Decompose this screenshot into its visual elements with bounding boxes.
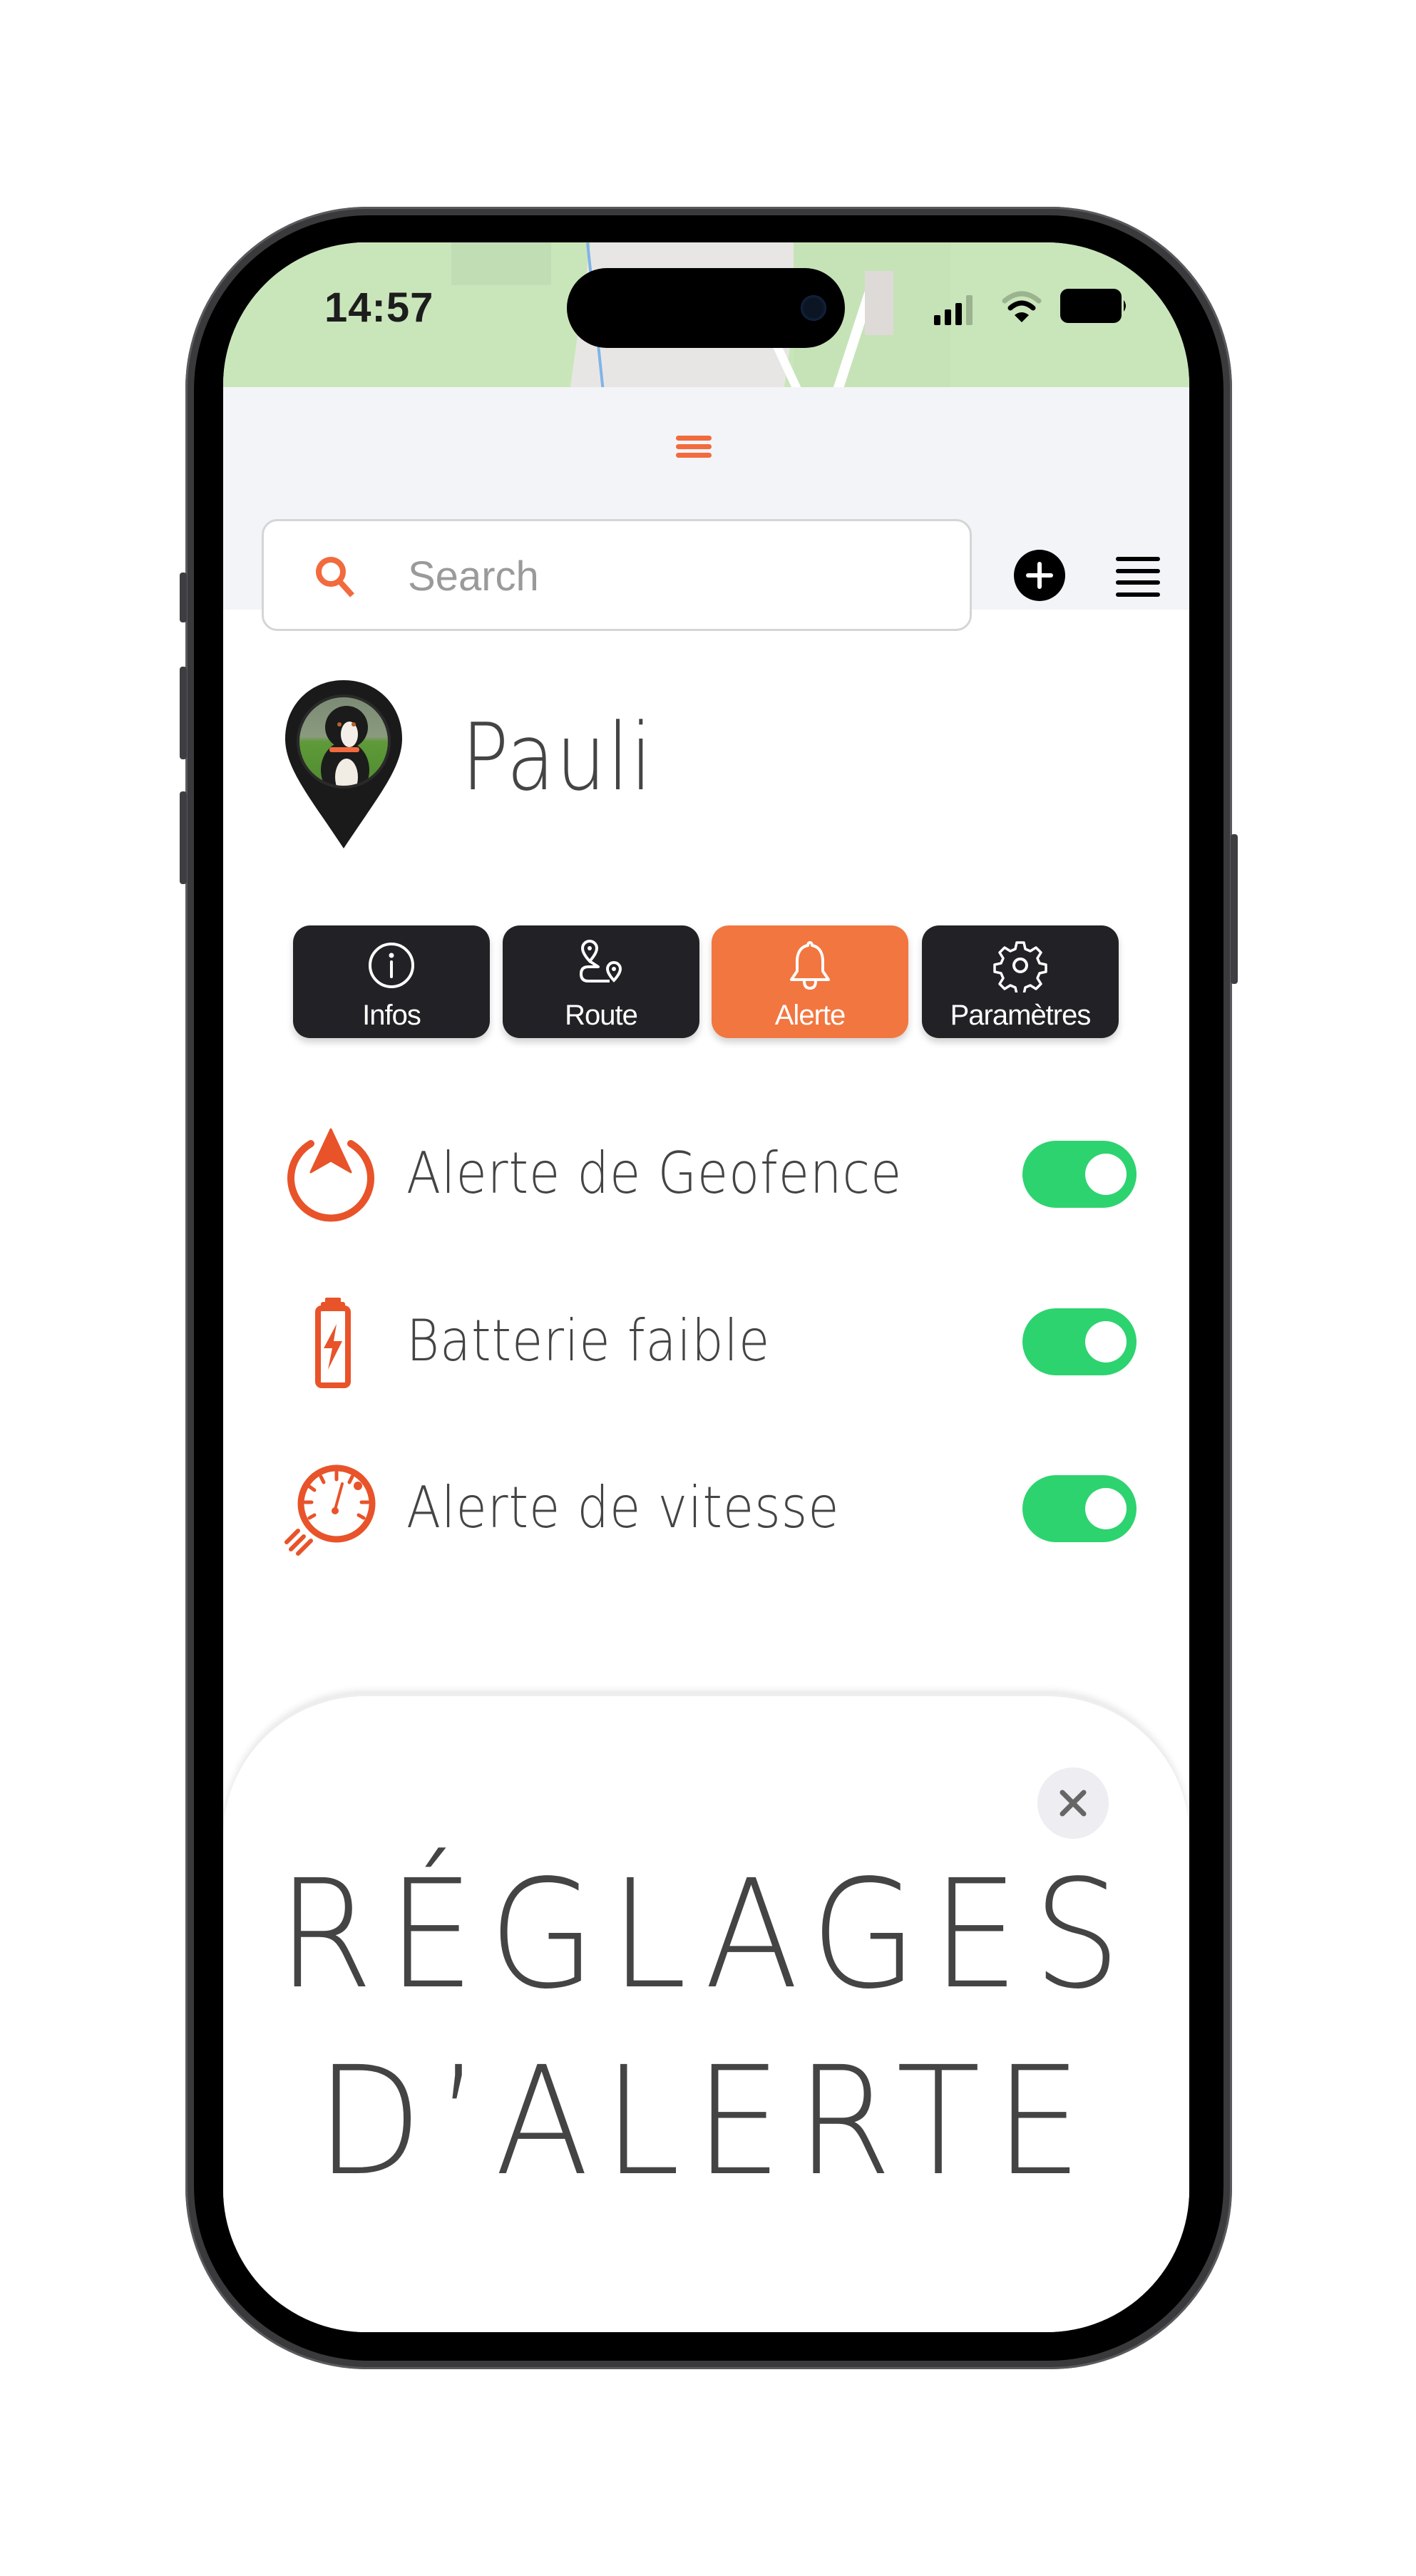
pet-avatar-pin[interactable] [282, 677, 405, 851]
tab-parametres[interactable]: Paramètres [922, 925, 1119, 1038]
tab-label: Paramètres [950, 1000, 1092, 1031]
toggle-knob [1085, 1321, 1127, 1363]
battery-alert-toggle[interactable] [1022, 1308, 1137, 1375]
tab-alerte[interactable]: Alerte [712, 925, 908, 1038]
search-icon [316, 557, 354, 597]
volume-down-button [180, 791, 187, 884]
dynamic-island [567, 268, 845, 348]
tab-label: Route [565, 1000, 638, 1031]
plus-icon [1026, 562, 1053, 589]
bell-icon [790, 941, 830, 990]
info-icon [369, 943, 414, 988]
gear-icon [993, 941, 1047, 992]
sheet-title-line1: RÉGLAGES [277, 1847, 1136, 2022]
tab-label: Infos [362, 1000, 421, 1031]
geofence-alert-toggle[interactable] [1022, 1141, 1137, 1208]
camera-icon [801, 295, 826, 321]
toggle-knob [1085, 1154, 1127, 1195]
search-bar[interactable] [262, 519, 972, 631]
add-button[interactable] [1014, 550, 1065, 601]
alert-label: Alerte de vitesse [406, 1474, 840, 1541]
toggle-knob [1085, 1488, 1127, 1529]
alert-row-speed: Alerte de vitesse [223, 1459, 1189, 1559]
battery-low-icon [315, 1298, 351, 1388]
search-input[interactable] [406, 547, 951, 605]
alert-row-battery: Batterie faible [223, 1292, 1189, 1392]
header-panel [223, 387, 1189, 631]
route-icon [580, 939, 622, 982]
list-button[interactable] [1116, 557, 1160, 597]
action-button [180, 573, 187, 622]
speedometer-icon [284, 1464, 376, 1556]
phone-screen: 14:57 Search Pauli Infos Route Alerte Pa… [223, 242, 1189, 2332]
power-button [1231, 834, 1238, 984]
battery-icon [1060, 289, 1126, 323]
tab-route[interactable]: Route [503, 925, 699, 1038]
close-button[interactable] [1037, 1767, 1109, 1839]
sheet-title-line2: D’ALERTE [316, 2034, 1097, 2209]
geofence-icon [287, 1128, 374, 1222]
alert-label: Alerte de Geofence [406, 1140, 903, 1206]
signal-icon [934, 295, 973, 325]
alert-label: Batterie faible [406, 1308, 771, 1374]
alert-row-geofence: Alerte de Geofence [223, 1124, 1189, 1224]
tab-label: Alerte [774, 1000, 846, 1031]
close-icon [1060, 1790, 1087, 1817]
tab-infos[interactable]: Infos [293, 925, 490, 1038]
volume-up-button [180, 667, 187, 759]
alert-settings-sheet: RÉGLAGES D’ALERTE [223, 1693, 1189, 2332]
pet-name: Pauli [461, 703, 654, 811]
speed-alert-toggle[interactable] [1022, 1475, 1137, 1542]
wifi-icon [1002, 291, 1042, 322]
status-time: 14:57 [324, 284, 434, 331]
drag-handle-icon[interactable] [676, 436, 712, 458]
